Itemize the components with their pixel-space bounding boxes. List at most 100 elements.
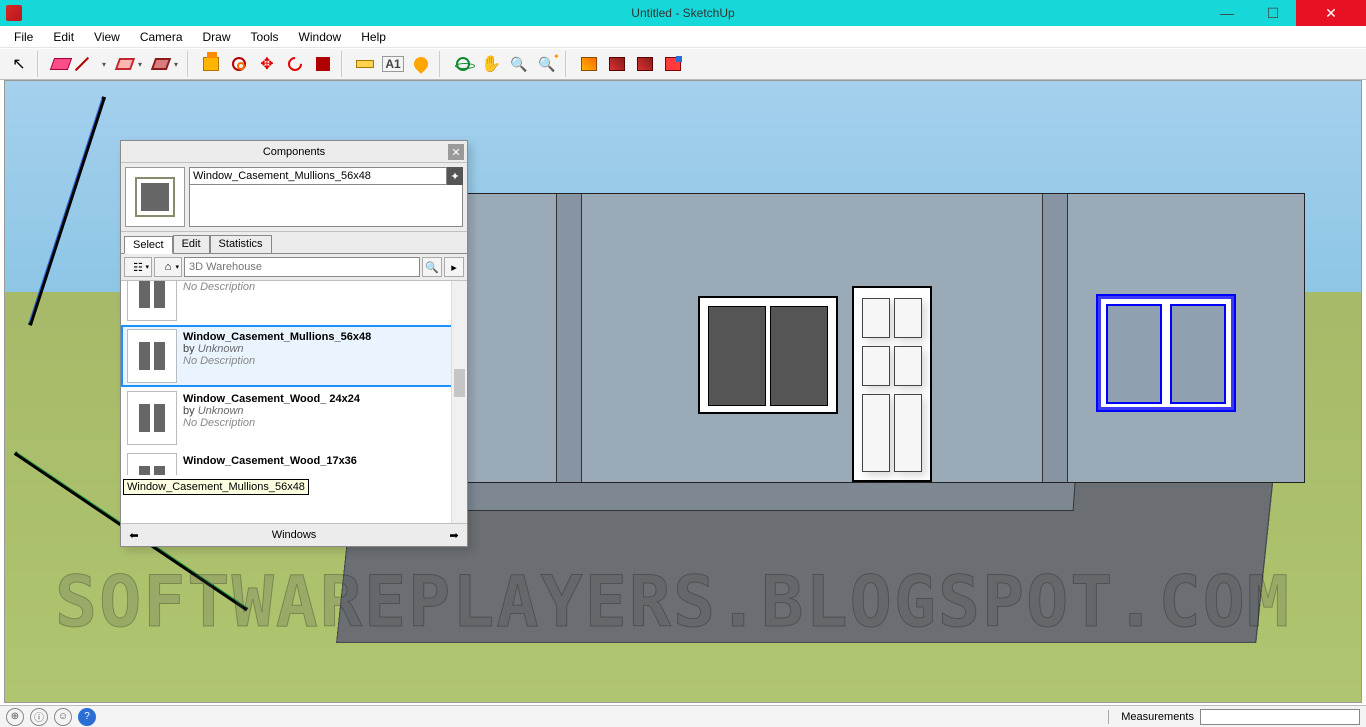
- list-item-selected[interactable]: Window_Casement_Mullions_56x48 by Unknow…: [121, 325, 467, 387]
- menu-camera[interactable]: Camera: [130, 28, 193, 46]
- measurements-input[interactable]: [1200, 709, 1360, 725]
- line-tool[interactable]: [76, 51, 110, 77]
- building-wall: [445, 193, 1305, 483]
- select-tool[interactable]: ↖: [6, 51, 32, 77]
- extension-warehouse-tool[interactable]: [632, 51, 658, 77]
- eraser-tool[interactable]: [48, 51, 74, 77]
- door-component[interactable]: [852, 286, 932, 482]
- tab-statistics[interactable]: Statistics: [210, 235, 272, 253]
- search-row: ☷ ⌂ 🔍 ▸: [121, 254, 467, 281]
- shape-tool[interactable]: [148, 51, 182, 77]
- toolbar-separator: [341, 51, 347, 77]
- window-pane: [770, 306, 828, 406]
- item-thumbnail: [127, 281, 177, 321]
- toolbar-separator: [37, 51, 43, 77]
- item-author: Unknown: [198, 405, 244, 417]
- menu-draw[interactable]: Draw: [193, 28, 241, 46]
- menu-tools[interactable]: Tools: [241, 28, 289, 46]
- help-icon[interactable]: ?: [78, 708, 96, 726]
- credits-icon[interactable]: ⓘ: [30, 708, 48, 726]
- menu-help[interactable]: Help: [351, 28, 396, 46]
- tooltip: Window_Casement_Mullions_56x48: [123, 479, 309, 495]
- offset-tool[interactable]: [226, 51, 252, 77]
- tab-select[interactable]: Select: [124, 236, 173, 254]
- tab-edit[interactable]: Edit: [173, 235, 210, 253]
- component-preview-row: ✦: [121, 163, 467, 232]
- measurements-label: Measurements: [1121, 711, 1194, 723]
- collection-label: Windows: [143, 529, 445, 541]
- toolbar-separator: [565, 51, 571, 77]
- window-pane: [1170, 304, 1226, 404]
- door-panel: [894, 298, 922, 338]
- sketchup-app-icon: [6, 5, 22, 21]
- item-name: Window_Casement_Mullions_56x48: [183, 331, 371, 343]
- window-component-selected[interactable]: [1096, 294, 1236, 412]
- menu-file[interactable]: File: [4, 28, 43, 46]
- item-description: No Description: [183, 355, 371, 367]
- list-item[interactable]: Window_Casement_Wood_ 24x24 by Unknown N…: [121, 387, 467, 449]
- maximize-button[interactable]: [1250, 0, 1296, 26]
- status-separator: [1108, 710, 1109, 724]
- component-list[interactable]: by Unknown No Description Window_Casemen…: [121, 281, 467, 523]
- search-input[interactable]: [184, 257, 420, 277]
- search-button[interactable]: 🔍: [422, 257, 442, 277]
- item-thumbnail: [127, 391, 177, 445]
- expand-button[interactable]: ✦: [447, 167, 463, 185]
- components-panel[interactable]: Components ✕ ✦ Select Edit Statistics ☷ …: [120, 140, 468, 547]
- warehouse-share-tool[interactable]: [604, 51, 630, 77]
- user-icon[interactable]: ☺: [54, 708, 72, 726]
- text-tool[interactable]: A1: [380, 51, 406, 77]
- statusbar: ⊕ ⓘ ☺ ? Measurements: [0, 705, 1366, 727]
- warehouse-tool[interactable]: [576, 51, 602, 77]
- view-mode-button[interactable]: ☷: [124, 257, 152, 277]
- window-component[interactable]: [698, 296, 838, 414]
- item-description: No Description: [183, 417, 360, 429]
- door-panel: [894, 346, 922, 386]
- component-name-input[interactable]: [189, 167, 447, 185]
- component-thumbnail[interactable]: [125, 167, 185, 227]
- scrollbar-thumb[interactable]: [454, 369, 465, 397]
- panel-close-button[interactable]: ✕: [448, 144, 464, 160]
- pan-tool[interactable]: ✋: [478, 51, 504, 77]
- item-name: Window_Casement_Wood_ 24x24: [183, 393, 360, 405]
- window-pane: [708, 306, 766, 406]
- nav-back-button[interactable]: ⬅: [125, 526, 143, 544]
- list-scrollbar[interactable]: [451, 281, 467, 523]
- wall-column: [556, 194, 582, 482]
- item-thumbnail: [127, 453, 177, 477]
- send-to-layout-tool[interactable]: [660, 51, 686, 77]
- home-collection-button[interactable]: ⌂: [154, 257, 182, 277]
- item-by-prefix: by: [183, 343, 198, 355]
- menubar: File Edit View Camera Draw Tools Window …: [0, 26, 1366, 48]
- tape-tool[interactable]: [352, 51, 378, 77]
- zoom-extents-tool[interactable]: 🔍: [534, 51, 560, 77]
- item-by-prefix: by: [183, 405, 198, 417]
- toolbar: ↖ ✥ A1 ✋ 🔍 🔍: [0, 48, 1366, 80]
- window-pane: [1106, 304, 1162, 404]
- menu-window[interactable]: Window: [289, 28, 352, 46]
- paint-tool[interactable]: [408, 51, 434, 77]
- list-item[interactable]: Window_Casement_Wood_17x36: [121, 449, 467, 477]
- door-panel: [862, 346, 890, 386]
- zoom-tool[interactable]: 🔍: [506, 51, 532, 77]
- panel-title-text: Components: [263, 146, 325, 158]
- move-tool[interactable]: ✥: [254, 51, 280, 77]
- minimize-button[interactable]: [1204, 0, 1250, 26]
- geolocation-icon[interactable]: ⊕: [6, 708, 24, 726]
- panel-tabs: Select Edit Statistics: [121, 232, 467, 254]
- orbit-tool[interactable]: [450, 51, 476, 77]
- close-button[interactable]: [1296, 0, 1366, 26]
- scale-tool[interactable]: [310, 51, 336, 77]
- rotate-tool[interactable]: [282, 51, 308, 77]
- rectangle-tool[interactable]: [112, 51, 146, 77]
- panel-titlebar[interactable]: Components ✕: [121, 141, 467, 163]
- component-description-box[interactable]: [189, 185, 463, 227]
- door-panel: [862, 394, 890, 472]
- watermark-text: SOFTWAREPLAYERS.BLOGSPOT.COM: [55, 561, 1341, 643]
- pushpull-tool[interactable]: [198, 51, 224, 77]
- list-item[interactable]: by Unknown No Description: [121, 281, 467, 325]
- menu-edit[interactable]: Edit: [43, 28, 84, 46]
- menu-view[interactable]: View: [84, 28, 130, 46]
- details-button[interactable]: ▸: [444, 257, 464, 277]
- nav-forward-button[interactable]: ➡: [445, 526, 463, 544]
